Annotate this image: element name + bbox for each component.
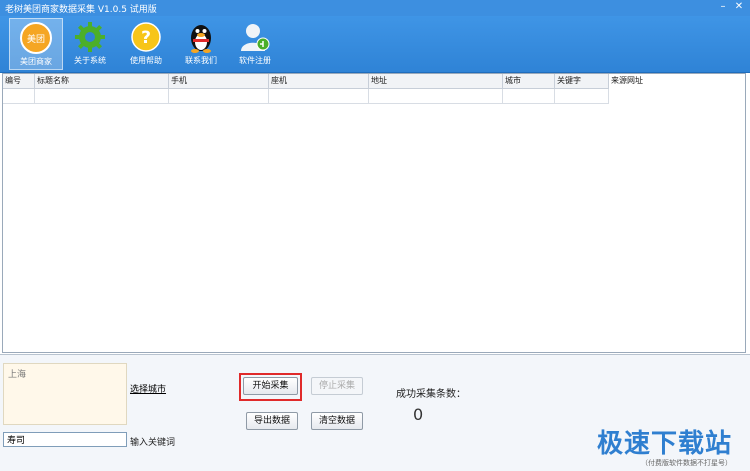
watermark: 极速下载站 （付费版软件数据不打星号）: [597, 423, 732, 468]
tool-contact[interactable]: 联系我们: [174, 18, 228, 70]
city-list[interactable]: 上海: [3, 363, 127, 425]
start-collect-button[interactable]: 开始采集: [243, 377, 298, 395]
city-value: 上海: [8, 370, 27, 380]
column-header[interactable]: 座机: [269, 74, 369, 88]
grid-header: 编号 标题名称 手机 座机 地址 城市 关键字 来源网址: [3, 74, 643, 89]
column-header[interactable]: 关键字: [555, 74, 609, 88]
help-icon: ?: [131, 22, 161, 52]
column-header[interactable]: 手机: [169, 74, 269, 88]
keyword-input[interactable]: [3, 432, 127, 447]
success-count-label: 成功采集条数：: [396, 389, 466, 400]
gear-icon: [75, 22, 105, 52]
tool-label: 联系我们: [185, 56, 217, 65]
tool-label: 美团商家: [20, 57, 52, 66]
watermark-logo: 极速下载站: [596, 429, 732, 459]
clear-data-button[interactable]: 清空数据: [311, 412, 363, 430]
title-bar: 老树美团商家数据采集 V1.0.5 试用版 – ✕: [0, 0, 750, 16]
table-row[interactable]: [3, 89, 609, 104]
minimize-button[interactable]: –: [716, 1, 730, 13]
column-header[interactable]: 编号: [3, 74, 35, 88]
tool-about[interactable]: 关于系统: [63, 18, 117, 70]
toolbar: 美团 美团商家 关于系统 ? 使用帮助 联系我们 软件注册: [0, 16, 750, 73]
tool-register[interactable]: 软件注册: [228, 18, 282, 70]
tool-label: 软件注册: [239, 56, 271, 65]
column-header[interactable]: 来源网址: [609, 74, 729, 88]
tool-meituan[interactable]: 美团 美团商家: [9, 18, 63, 70]
meituan-logo-text: 美团: [27, 33, 45, 45]
column-header[interactable]: 城市: [503, 74, 555, 88]
close-button[interactable]: ✕: [732, 1, 746, 13]
keyword-label: 输入关键词: [130, 438, 176, 448]
control-panel: 上海 选择城市 输入关键词 开始采集 停止采集 导出数据 清空数据 成功采集条数…: [0, 354, 750, 471]
svg-text:?: ?: [141, 28, 151, 48]
meituan-logo-icon: 美团: [20, 22, 52, 54]
window-controls: – ✕: [716, 1, 746, 13]
column-header[interactable]: 标题名称: [35, 74, 169, 88]
results-grid[interactable]: 编号 标题名称 手机 座机 地址 城市 关键字 来源网址: [2, 73, 746, 353]
tool-label: 使用帮助: [130, 56, 162, 65]
export-data-button[interactable]: 导出数据: [246, 412, 298, 430]
tool-label: 关于系统: [74, 56, 106, 65]
stop-collect-button[interactable]: 停止采集: [311, 377, 363, 395]
window-title: 老树美团商家数据采集 V1.0.5 试用版: [5, 5, 157, 15]
column-header[interactable]: 地址: [369, 74, 503, 88]
user-register-icon: [241, 24, 270, 51]
qq-penguin-icon: [191, 25, 211, 53]
success-count-value: 0: [413, 405, 424, 424]
tool-help[interactable]: ? 使用帮助: [119, 18, 173, 70]
choose-city-link[interactable]: 选择城市: [130, 382, 166, 395]
